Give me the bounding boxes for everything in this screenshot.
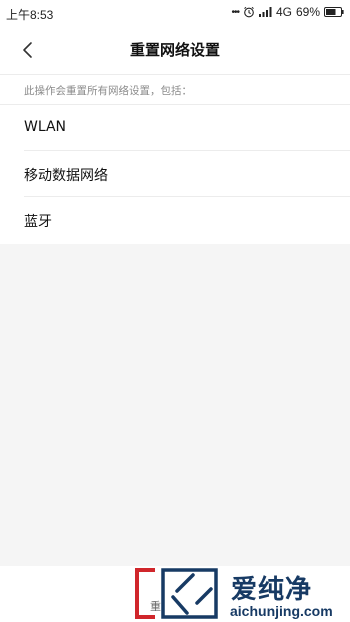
header-divider — [0, 74, 350, 75]
signal-icon — [258, 7, 272, 17]
list-item-label: 移动数据网络 — [24, 168, 108, 184]
watermark-logo-icon — [135, 568, 218, 619]
page-title: 重置网络设置 — [129, 41, 220, 59]
network-type: 4G — [275, 5, 292, 19]
list-item-wlan: WLAN — [0, 105, 350, 151]
app-header: 重置网络设置 — [0, 26, 350, 74]
alarm-icon — [243, 6, 255, 18]
notification-dots: ••• — [231, 6, 239, 18]
watermark-url: aichunjing.com — [230, 603, 333, 619]
status-bar: 上午8:53 ••• 4G 69% — [0, 0, 350, 26]
list-item-label: 蓝牙 — [24, 214, 52, 230]
description-text: 此操作会重置所有网络设置，包括： — [24, 85, 192, 97]
status-time: 上午8:53 — [6, 8, 54, 22]
list-item-mobile-data: 移动数据网络 — [0, 151, 350, 197]
status-icons: ••• 4G 69% — [231, 5, 344, 19]
list-item-bluetooth: 蓝牙 — [0, 197, 350, 243]
battery-icon — [324, 7, 344, 17]
watermark-brand: 爱纯净 — [231, 575, 313, 605]
list-item-label: WLAN — [24, 119, 67, 135]
content-background — [0, 244, 350, 566]
battery-percent: 69% — [295, 5, 320, 19]
